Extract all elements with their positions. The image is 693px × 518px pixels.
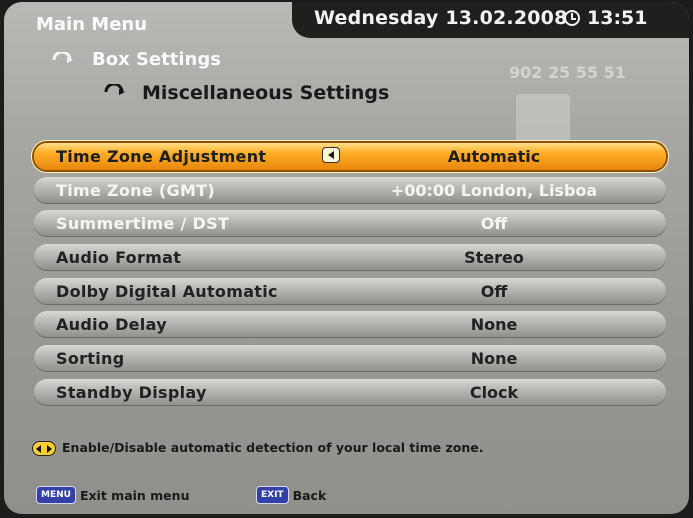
menu-item-value: None: [470, 349, 518, 369]
breadcrumb-main-menu[interactable]: Main Menu: [36, 14, 147, 35]
menu-item-dolby-digital-automatic[interactable]: Dolby Digital Automatic Off: [34, 277, 666, 305]
settings-menu: Time Zone Adjustment Automatic Time Zone…: [34, 143, 666, 413]
menu-item-audio-format[interactable]: Audio Format Stereo: [34, 244, 666, 272]
submenu-arrow-icon: [52, 52, 73, 63]
menu-item-value: Automatic: [447, 147, 541, 166]
background-image: [516, 94, 570, 146]
menu-item-label: Time Zone (GMT): [56, 180, 215, 200]
menu-item-value: +00:00 London, Lisboa: [390, 180, 598, 200]
menu-item-label: Standby Display: [56, 382, 207, 402]
menu-item-sorting[interactable]: Sorting None: [34, 345, 666, 373]
menu-item-standby-display[interactable]: Standby Display Clock: [34, 378, 666, 406]
date-text: Wednesday 13.02.2008: [314, 7, 568, 29]
menu-item-label: Summertime / DST: [56, 214, 230, 234]
back-label: Back: [292, 487, 327, 503]
menu-item-label: Dolby Digital Automatic: [56, 281, 278, 301]
menu-item-time-zone-adjustment[interactable]: Time Zone Adjustment Automatic: [34, 143, 666, 170]
menu-item-value: Off: [480, 281, 508, 301]
time-text: 13:51: [587, 7, 648, 29]
exit-main-menu-button[interactable]: MENU Exit main menu: [36, 486, 189, 504]
menu-item-label: Audio Format: [56, 248, 182, 268]
help-hint-text: Enable/Disable automatic detection of yo…: [62, 440, 484, 455]
exit-key-icon: EXIT: [256, 486, 289, 504]
menu-item-label: Audio Delay: [56, 315, 167, 335]
back-button[interactable]: EXIT Back: [256, 486, 326, 504]
menu-item-summertime-dst[interactable]: Summertime / DST Off: [34, 210, 666, 238]
menu-screen: Wednesday 13.02.2008 13:51 Main Menu Box…: [4, 2, 689, 514]
menu-item-label: Sorting: [56, 349, 125, 369]
menu-key-icon: MENU: [36, 486, 76, 504]
submenu-arrow-icon: [104, 84, 125, 95]
exit-main-menu-label: Exit main menu: [79, 487, 190, 503]
clock-icon: [564, 10, 580, 26]
menu-item-audio-delay[interactable]: Audio Delay None: [34, 311, 666, 339]
menu-item-time-zone-gmt[interactable]: Time Zone (GMT) +00:00 London, Lisboa: [34, 176, 666, 204]
page-title: Miscellaneous Settings: [142, 82, 390, 104]
breadcrumb-box-settings[interactable]: Box Settings: [92, 49, 221, 70]
menu-item-value: Stereo: [464, 248, 524, 268]
menu-item-value: Clock: [469, 382, 519, 402]
menu-item-value: None: [470, 315, 518, 335]
help-hint: Enable/Disable automatic detection of yo…: [32, 440, 484, 456]
menu-item-value: Off: [480, 214, 508, 234]
background-phone-number: 902 25 55 51: [509, 63, 626, 82]
menu-item-label: Time Zone Adjustment: [56, 147, 267, 166]
left-right-arrows-icon: [32, 441, 56, 456]
date-time-bar: Wednesday 13.02.2008 13:51: [292, 2, 689, 38]
